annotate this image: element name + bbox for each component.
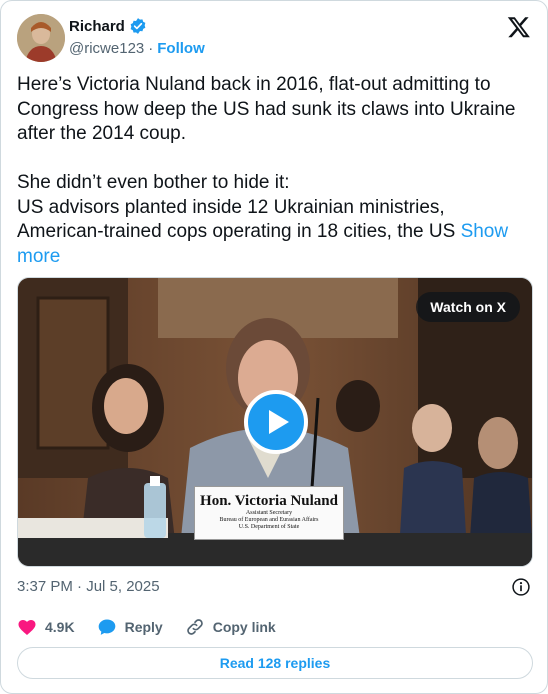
tweet-body: Here’s Victoria Nuland back in 2016, fla… <box>17 74 516 242</box>
nameplate: Hon. Victoria Nuland Assistant Secretary… <box>194 486 344 540</box>
like-button[interactable]: 4.9K <box>17 617 75 637</box>
nameplate-title: Hon. Victoria Nuland <box>200 493 338 509</box>
copy-link-label: Copy link <box>212 619 276 635</box>
reply-button[interactable]: Reply <box>97 617 163 637</box>
author-name[interactable]: Richard <box>69 18 125 35</box>
handle-separator: · <box>148 40 154 57</box>
author-handle[interactable]: @ricwe123 <box>69 40 144 57</box>
action-bar: 4.9K Reply Copy link <box>17 617 298 637</box>
follow-button[interactable]: Follow <box>157 40 205 57</box>
nameplate-line-3: U.S. Department of State <box>238 524 300 530</box>
heart-icon <box>18 620 36 635</box>
tweet-text: Here’s Victoria Nuland back in 2016, fla… <box>17 73 533 269</box>
nameplate-line-1: Assistant Secretary <box>245 510 293 516</box>
video-player[interactable]: Hon. Victoria Nuland Assistant Secretary… <box>17 277 533 567</box>
play-button[interactable] <box>244 390 308 454</box>
watch-on-x-button[interactable]: Watch on X <box>416 292 520 322</box>
play-icon <box>269 410 289 434</box>
reply-icon <box>98 619 115 635</box>
nameplate-line-2: Bureau of European and Eurasian Affairs <box>219 517 319 523</box>
avatar[interactable] <box>17 14 65 62</box>
like-count: 4.9K <box>45 619 75 635</box>
reply-label: Reply <box>124 619 163 635</box>
read-replies-button[interactable]: Read 128 replies <box>17 647 533 679</box>
info-icon[interactable] <box>511 577 531 597</box>
tweet-card: Richard @ricwe123 · Follow Here’s Victor… <box>0 0 548 694</box>
verified-badge-icon <box>129 17 147 35</box>
x-logo-icon[interactable] <box>507 15 531 39</box>
copy-link-button[interactable]: Copy link <box>185 617 276 637</box>
timestamp[interactable]: 3:37 PM · Jul 5, 2025 <box>17 578 160 595</box>
link-icon <box>186 619 203 635</box>
